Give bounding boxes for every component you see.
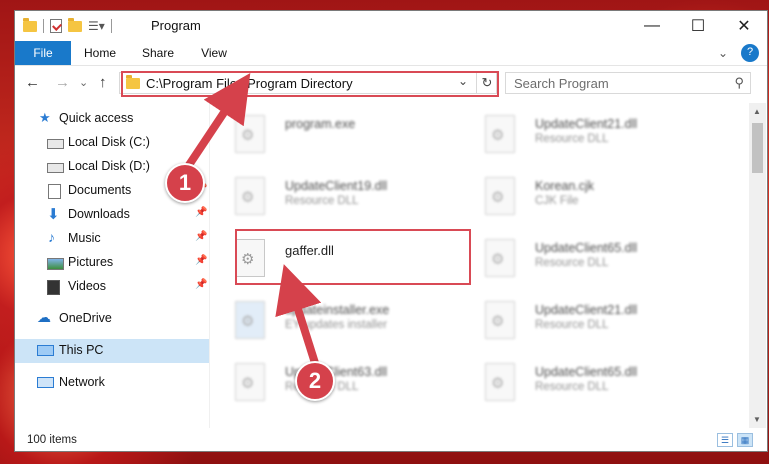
step-1-badge: 1 bbox=[165, 163, 205, 203]
arrow-to-address-bar bbox=[181, 73, 251, 174]
step-2-badge: 2 bbox=[295, 361, 335, 401]
explorer-window: ☰▾ Program — ☐ ✕ File Home Share View ⌄ … bbox=[14, 10, 768, 452]
arrow-to-gaffer-dll bbox=[275, 264, 322, 365]
annotation-arrows bbox=[181, 73, 322, 365]
